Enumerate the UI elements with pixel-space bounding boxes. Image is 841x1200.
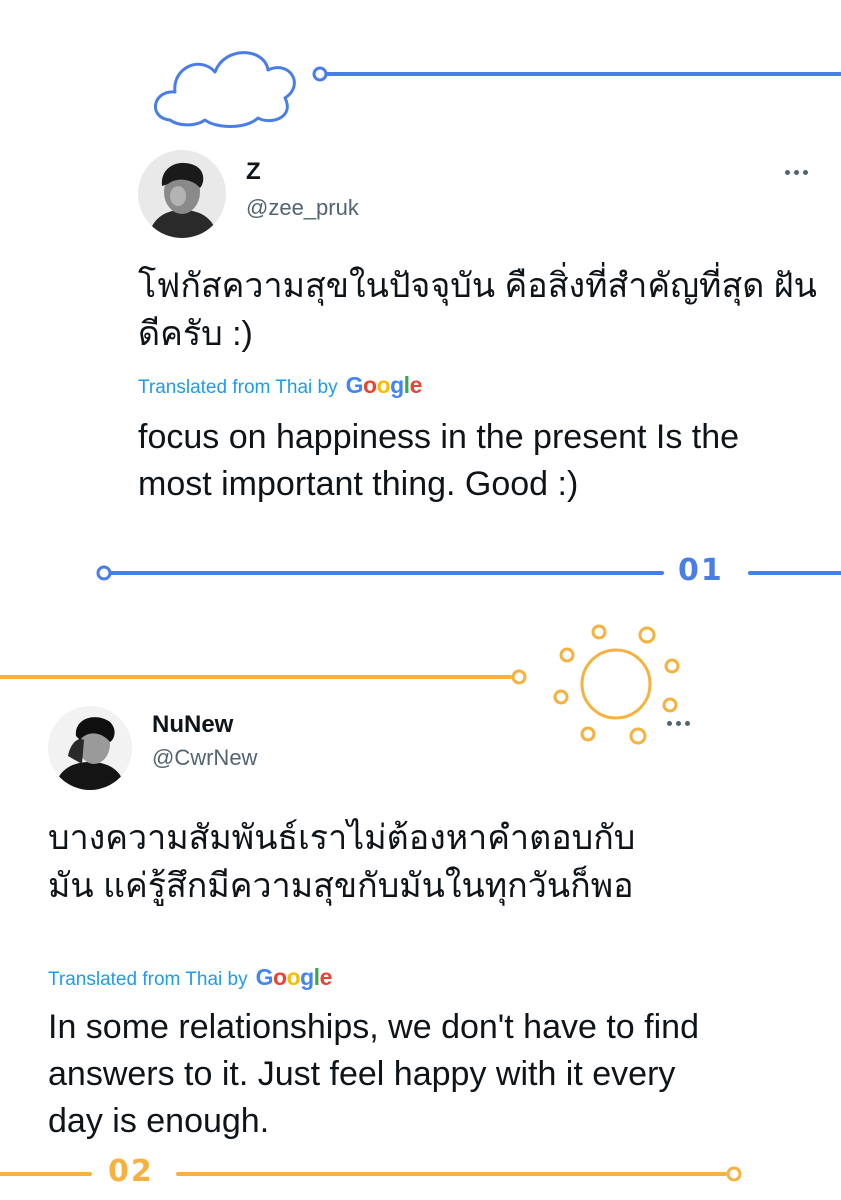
translated-text: In some relationships, we don't have to … bbox=[48, 1008, 699, 1140]
blue-line-dot-icon bbox=[312, 66, 328, 82]
more-horizontal-icon[interactable] bbox=[785, 170, 808, 175]
display-name[interactable]: Z bbox=[246, 158, 261, 186]
google-logo-letter: o bbox=[286, 964, 301, 990]
user-handle[interactable]: @CwrNew bbox=[152, 745, 257, 771]
google-logo-letter: o bbox=[272, 964, 287, 990]
translation-attribution: Translated from Thai by Google bbox=[138, 372, 422, 399]
user-handle[interactable]: @zee_pruk bbox=[246, 195, 359, 221]
translated-from-label[interactable]: Translated from Thai by bbox=[138, 377, 338, 399]
translation-attribution: Translated from Thai by Google bbox=[48, 964, 332, 991]
avatar[interactable] bbox=[48, 706, 132, 790]
google-logo-letter: g bbox=[300, 964, 314, 990]
cloud-doodle-icon bbox=[153, 51, 296, 128]
blue-line-dot-icon bbox=[96, 565, 112, 581]
google-logo-icon: Google bbox=[255, 964, 333, 991]
avatar[interactable] bbox=[138, 150, 226, 238]
google-logo-letter: G bbox=[345, 372, 364, 398]
section-number-02: 02 bbox=[108, 1154, 154, 1189]
google-logo-letter: o bbox=[376, 372, 391, 398]
translated-text: focus on happiness in the present Is the… bbox=[138, 418, 740, 503]
section-number-01: 01 bbox=[678, 553, 724, 588]
sun-doodle-icon bbox=[553, 624, 680, 745]
tweet-text: โฟกัสความสุขในปัจจุบัน คือสิ่งที่สำคัญที… bbox=[138, 267, 817, 353]
avatar-photo-icon bbox=[48, 706, 132, 790]
google-logo-letter: o bbox=[362, 372, 377, 398]
google-logo-letter: g bbox=[390, 372, 404, 398]
orange-line-dot-icon bbox=[511, 669, 527, 685]
google-logo-letter: e bbox=[409, 372, 423, 398]
avatar-photo-icon bbox=[138, 150, 226, 238]
google-logo-letter: e bbox=[319, 964, 333, 990]
display-name[interactable]: NuNew bbox=[152, 711, 233, 739]
more-horizontal-icon[interactable] bbox=[667, 721, 690, 726]
google-logo-icon: Google bbox=[345, 372, 423, 399]
orange-line-dot-icon bbox=[726, 1166, 742, 1182]
translated-from-label[interactable]: Translated from Thai by bbox=[48, 969, 248, 991]
google-logo-letter: G bbox=[255, 964, 274, 990]
tweet-text: บางความสัมพันธ์เราไม่ต้องหาคำตอบกับมัน แ… bbox=[48, 819, 636, 905]
